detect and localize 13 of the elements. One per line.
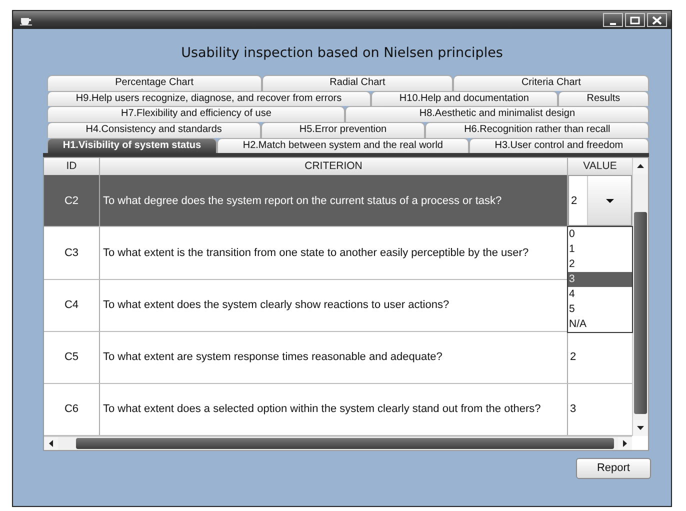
- table-cell-text: To what extent does a selected option within the system clearly stand out from the others?: [103, 402, 541, 418]
- table-cell-text: To what extent does the system clearly show reactions to user actions?: [103, 298, 450, 313]
- table-cell-text: To what degree does the system report on the current status of a process or task?: [103, 194, 502, 209]
- table-cell-text: C6: [64, 402, 79, 418]
- heading: Usability inspection based on Nielsen principles: [180, 44, 504, 63]
- table-cell-text: C4: [64, 298, 79, 313]
- table-cell-text: C5: [64, 350, 79, 366]
- table-cell-text: C3: [64, 246, 79, 261]
- table-cell-text: 3: [570, 402, 576, 418]
- table-cell-text: To what extent is the transition from one state to another easily perceptible by the user?: [103, 246, 529, 261]
- table-cell-text: C2: [64, 194, 79, 209]
- table-cell-text: To what extent are system response times reasonable and adequate?: [103, 350, 442, 366]
- table-cell-text: 2: [570, 350, 576, 366]
